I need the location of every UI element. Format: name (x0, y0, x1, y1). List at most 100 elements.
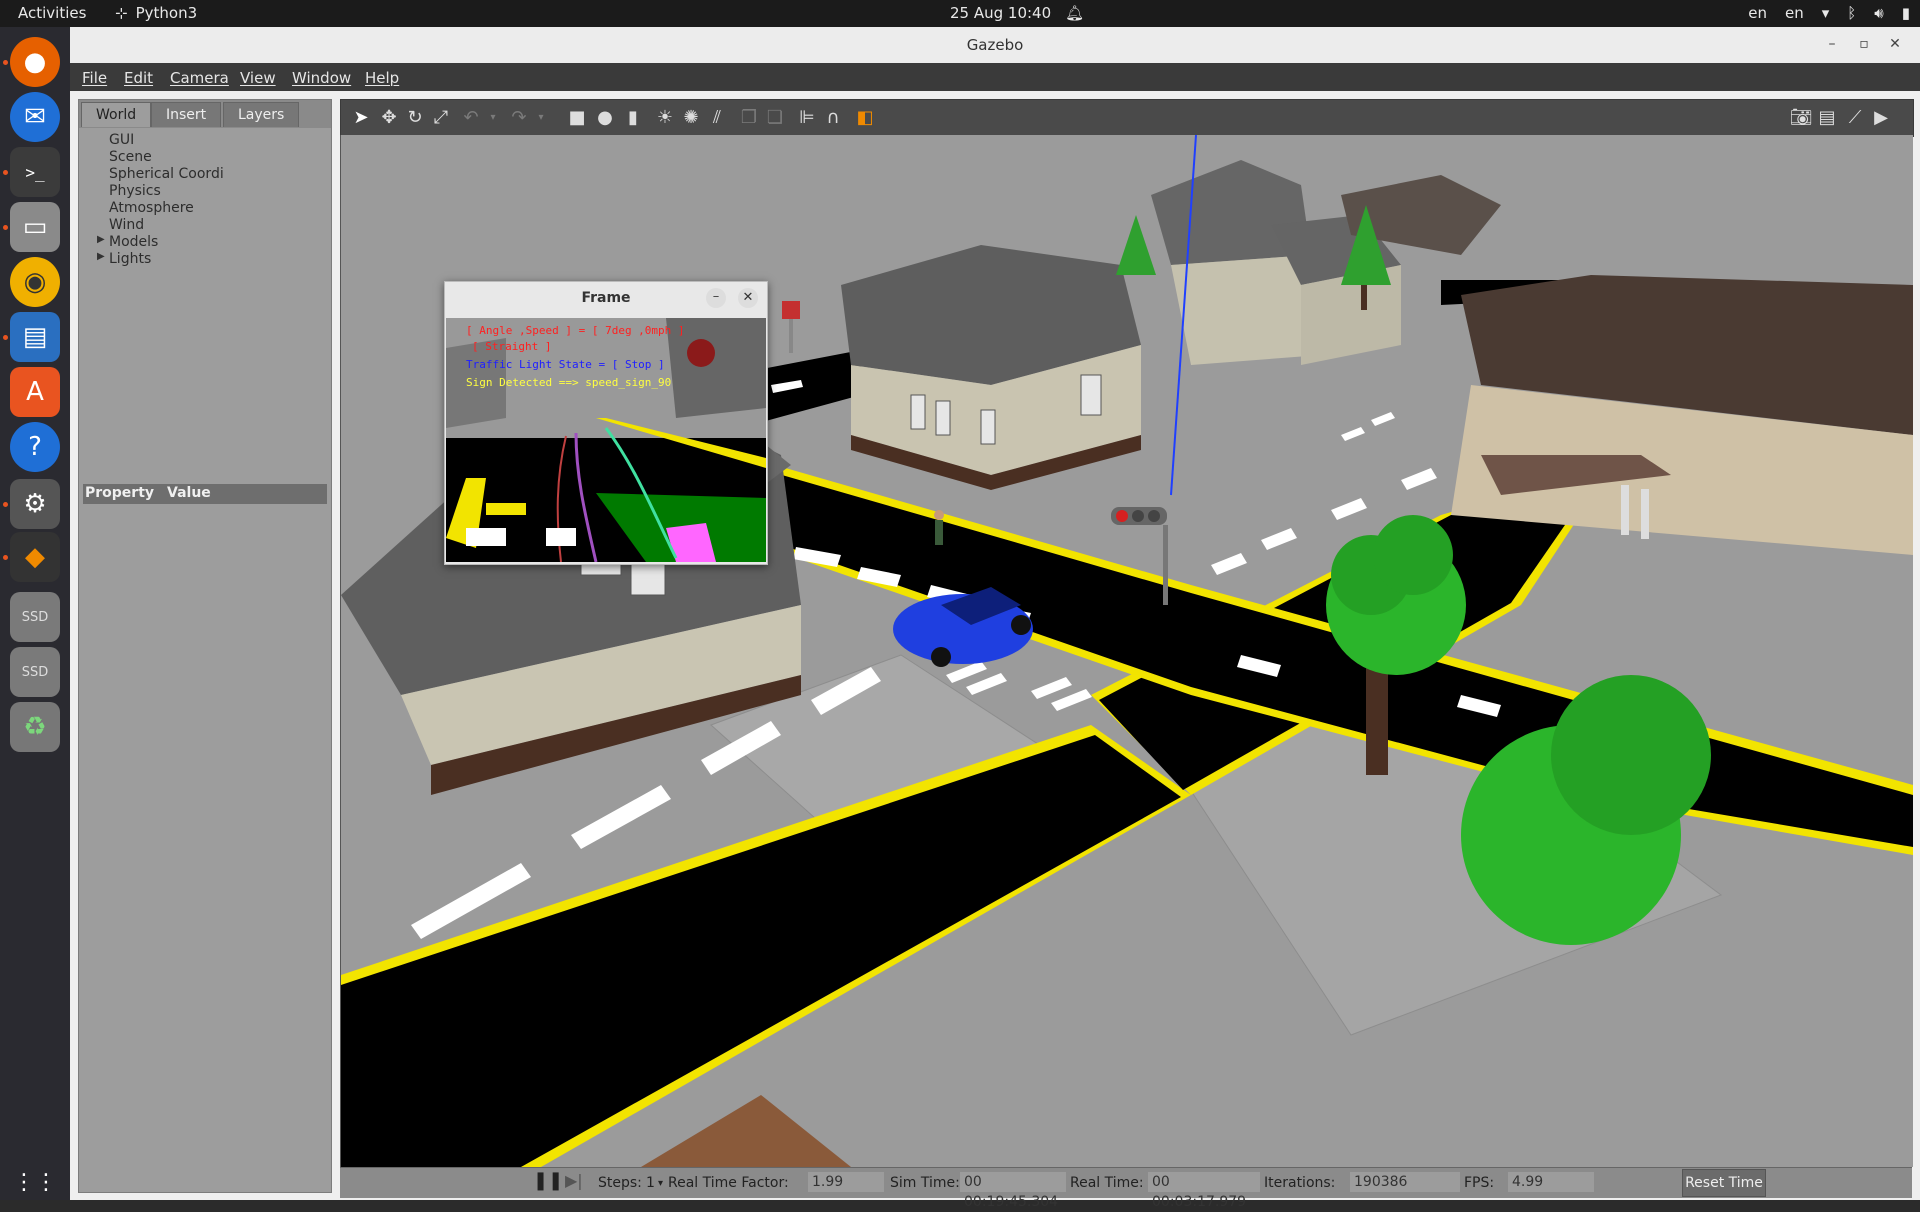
tree-item-spherical-coordinates[interactable]: Spherical Coordi (109, 166, 224, 182)
app-center-icon[interactable]: A (10, 367, 60, 417)
angle-speed-text: [ Angle ,Speed ] = [ 7deg ,0mph ] (466, 324, 685, 337)
help-icon[interactable]: ? (10, 422, 60, 472)
rtf-label: Real Time Factor: (668, 1175, 789, 1191)
layers-app-icon[interactable]: ◆ (10, 532, 60, 582)
video-record-icon[interactable]: ▶ (1869, 106, 1893, 130)
snap-magnet-icon[interactable]: ∩ (821, 106, 845, 130)
pause-icon[interactable]: ❚❚ (533, 1170, 563, 1191)
redo-dropdown-icon[interactable]: ▾ (529, 106, 553, 130)
reset-time-button[interactable]: Reset Time (1682, 1169, 1766, 1197)
property-column-header: Property (85, 485, 155, 501)
panel-tabs: World Insert Layers (79, 100, 331, 128)
close-icon[interactable]: ✕ (1886, 35, 1904, 53)
pedestrian-head (934, 510, 944, 520)
tree-item-lights[interactable]: ▶ Lights (97, 251, 151, 267)
steps-label: Steps: (598, 1175, 642, 1191)
settings-icon[interactable]: ⚙ (10, 479, 60, 529)
bluetooth-icon: ᛒ (1847, 4, 1857, 22)
tree-item-models[interactable]: ▶ Models (97, 234, 158, 250)
dock: ● ✉ >_ ▭ ◉ ▤ A ? ⚙ ◆ SSD SSD ♻ ⋮⋮ (0, 27, 70, 1200)
files-icon[interactable]: ▭ (10, 202, 60, 252)
scale-icon[interactable]: ⤢ (429, 106, 453, 130)
tree-item-physics[interactable]: Physics (109, 183, 161, 199)
title-bar[interactable]: Gazebo – ▫ ✕ (70, 27, 1920, 64)
menu-edit[interactable]: Edit (124, 69, 153, 87)
expand-arrow-icon[interactable]: ▶ (97, 234, 105, 245)
menu-window[interactable]: Window (292, 69, 351, 87)
align-icon[interactable]: ⊫ (795, 106, 819, 130)
property-table-header: Property Value (83, 484, 327, 504)
traffic-light-green (1148, 510, 1160, 522)
thunderbird-icon[interactable]: ✉ (10, 92, 60, 142)
ssd-drive-icon[interactable]: SSD (10, 592, 60, 642)
menu-camera[interactable]: Camera (170, 69, 229, 87)
running-indicator (3, 555, 8, 560)
undo-icon[interactable]: ↶ (459, 106, 483, 130)
point-light-icon[interactable]: ☀ (653, 106, 677, 130)
paste-icon[interactable]: ❏ (763, 106, 787, 130)
maximize-icon[interactable]: ▫ (1855, 35, 1873, 53)
menu-help[interactable]: Help (365, 69, 399, 87)
copy-icon[interactable]: ❐ (737, 106, 761, 130)
steps-spinner[interactable]: 1 (646, 1175, 655, 1191)
writer-icon[interactable]: ▤ (10, 312, 60, 362)
box-shape-icon[interactable]: ■ (565, 106, 589, 130)
firefox-icon[interactable]: ● (10, 37, 60, 87)
top-bar: Activities ⊹ Python3 25 Aug 10:40 🔔︎ en … (0, 0, 1920, 27)
traffic-light-yellow (1132, 510, 1144, 522)
clock[interactable]: 25 Aug 10:40 🔔︎ (950, 4, 1084, 22)
camera-view: [ Angle ,Speed ] = [ 7deg ,0mph ] [ Stra… (446, 318, 766, 562)
rhythmbox-icon[interactable]: ◉ (10, 257, 60, 307)
tab-insert[interactable]: Insert (151, 102, 222, 127)
frame-window[interactable]: Frame – ✕ [Angle ,Speed] = [7deg ,0mp… (444, 281, 768, 565)
tree-canopy (1373, 515, 1453, 595)
cylinder-shape-icon[interactable]: ▮ (621, 106, 645, 130)
steps-dropdown-icon[interactable]: ▾ (658, 1178, 663, 1189)
window (935, 400, 951, 436)
trash-icon[interactable]: ♻ (10, 702, 60, 752)
window (910, 394, 926, 430)
log-data-icon[interactable]: ▤ (1815, 106, 1839, 130)
terminal-icon[interactable]: >_ (10, 147, 60, 197)
spot-light-icon[interactable]: ✺ (679, 106, 703, 130)
3d-viewport[interactable]: Frame – ✕ [Angle ,Speed] = [7deg ,0mp… (340, 135, 1913, 1167)
tab-layers[interactable]: Layers (223, 102, 300, 127)
step-icon[interactable]: ▶| (565, 1171, 583, 1190)
left-panel: World Insert Layers GUI Scene Spherical … (78, 99, 332, 1193)
redo-icon[interactable]: ↷ (507, 106, 531, 130)
frame-minimize-icon[interactable]: – (706, 288, 726, 308)
rtf-value: 1.99 (808, 1172, 884, 1192)
undo-dropdown-icon[interactable]: ▾ (481, 106, 505, 130)
language-indicator-2[interactable]: en (1785, 4, 1804, 22)
tree-item-wind[interactable]: Wind (109, 217, 144, 233)
system-tray[interactable]: en en ▾ ᛒ 🔊︎ ▮ (1748, 4, 1910, 22)
menu-file[interactable]: File (82, 69, 107, 87)
rotate-icon[interactable]: ↻ (403, 106, 427, 130)
language-indicator[interactable]: en (1748, 4, 1767, 22)
python-app-icon: ⊹ (115, 4, 128, 22)
tab-world[interactable]: World (81, 102, 152, 127)
tree-item-gui[interactable]: GUI (109, 132, 134, 148)
ssd-drive-icon[interactable]: SSD (10, 647, 60, 697)
sphere-shape-icon[interactable]: ● (593, 106, 617, 130)
plot-icon[interactable]: ⟋ (1843, 106, 1867, 130)
running-indicator (3, 502, 8, 507)
real-time-label: Real Time: (1070, 1175, 1144, 1191)
tree-item-scene[interactable]: Scene (109, 149, 152, 165)
select-arrow-icon[interactable]: ➤ (349, 106, 373, 130)
menu-view[interactable]: View (240, 69, 276, 87)
activities-button[interactable]: Activities (18, 4, 86, 22)
running-indicator (3, 60, 8, 65)
tree-canopy (1551, 675, 1711, 835)
translate-icon[interactable]: ✥ (377, 106, 401, 130)
datetime-label: 25 Aug 10:40 (950, 4, 1052, 22)
frame-close-icon[interactable]: ✕ (738, 288, 758, 308)
minimize-icon[interactable]: – (1823, 35, 1841, 53)
change-view-icon[interactable]: ◧ (853, 106, 877, 130)
gazebo-window: Gazebo – ▫ ✕ File Edit Camera View Windo… (70, 27, 1920, 1210)
directional-light-icon[interactable]: ⫽ (705, 106, 729, 130)
tree-item-atmosphere[interactable]: Atmosphere (109, 200, 194, 216)
expand-arrow-icon[interactable]: ▶ (97, 251, 105, 262)
app-menu[interactable]: ⊹ Python3 (115, 4, 197, 22)
screenshot-camera-icon[interactable]: 📷︎ (1789, 106, 1813, 130)
